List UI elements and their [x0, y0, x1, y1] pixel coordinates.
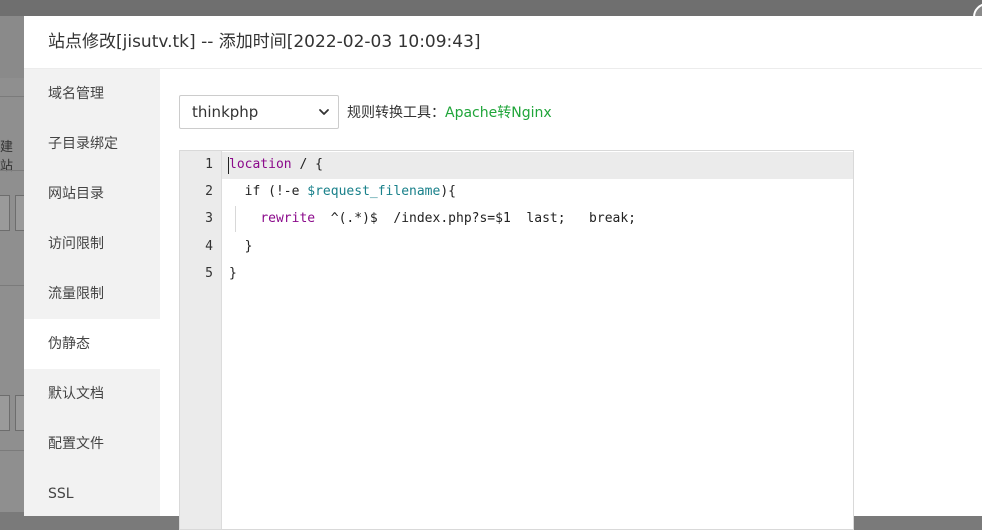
rewrite-template-select[interactable]: thinkphp: [179, 95, 339, 129]
text-cursor: [228, 157, 229, 174]
code-editor[interactable]: 1 2 3 4 5 location / { if (!-e $request_…: [179, 150, 854, 530]
sidebar-item-site-directory[interactable]: 网站目录: [24, 169, 160, 219]
chevron-down-icon: [319, 109, 329, 115]
background-divider: [0, 96, 24, 97]
sidebar-item-subdirectory-binding[interactable]: 子目录绑定: [24, 119, 160, 169]
modal-title: 站点修改[jisutv.tk] -- 添加时间[2022-02-03 10:09…: [24, 16, 982, 69]
sidebar-item-traffic-limit[interactable]: 流量限制: [24, 269, 160, 319]
code-text: ){: [440, 184, 456, 199]
line-number: 2: [205, 184, 213, 199]
code-text: / {: [291, 157, 323, 172]
code-text: ^(.*)$ /index.php?s=$1 last; break;: [315, 211, 637, 226]
code-line: }: [229, 239, 253, 254]
sidebar-item-rewrite[interactable]: 伪静态: [24, 319, 160, 369]
line-number: 1: [205, 157, 213, 172]
line-number: 4: [205, 239, 213, 254]
select-value: thinkphp: [192, 103, 259, 121]
rewrite-panel: thinkphp 规则转换工具： Apache转Nginx 1 2 3 4 5: [160, 69, 982, 530]
code-keyword: location: [229, 157, 292, 172]
converter-label: 规则转换工具：: [347, 105, 445, 121]
background-divider: [0, 170, 24, 171]
modal-body: 域名管理 子目录绑定 网站目录 访问限制 流量限制 伪静态 默认文档 配置文件 …: [24, 69, 982, 530]
code-keyword: rewrite: [260, 211, 316, 226]
background-control: [0, 195, 10, 231]
background-divider: [0, 285, 24, 286]
code-text: if (!-e: [229, 184, 308, 199]
sidebar-item-config-file[interactable]: 配置文件: [24, 419, 160, 469]
settings-sidebar: 域名管理 子目录绑定 网站目录 访问限制 流量限制 伪静态 默认文档 配置文件 …: [24, 69, 160, 516]
code-line: if (!-e $request_filename){: [229, 184, 456, 199]
apache-to-nginx-link[interactable]: Apache转Nginx: [445, 102, 552, 122]
background-control: [0, 395, 10, 431]
sidebar-item-access-restriction[interactable]: 访问限制: [24, 219, 160, 269]
rewrite-toolbar: thinkphp 规则转换工具： Apache转Nginx: [179, 94, 552, 130]
code-line: location / {: [229, 157, 323, 172]
code-line: rewrite ^(.*)$ /index.php?s=$1 last; bre…: [229, 211, 636, 226]
sidebar-item-default-document[interactable]: 默认文档: [24, 369, 160, 419]
background-top-bar: [0, 0, 982, 16]
sidebar-item-domain-management[interactable]: 域名管理: [24, 69, 160, 119]
line-number: 3: [205, 211, 213, 226]
line-number-gutter: 1 2 3 4 5: [180, 151, 222, 529]
background-text-fragment: 建站: [0, 140, 14, 174]
code-variable: $request_filename: [307, 184, 441, 199]
line-number: 5: [205, 266, 213, 281]
code-line: }: [229, 266, 237, 281]
site-edit-modal: 站点修改[jisutv.tk] -- 添加时间[2022-02-03 10:09…: [24, 16, 982, 530]
background-divider: [0, 450, 24, 451]
